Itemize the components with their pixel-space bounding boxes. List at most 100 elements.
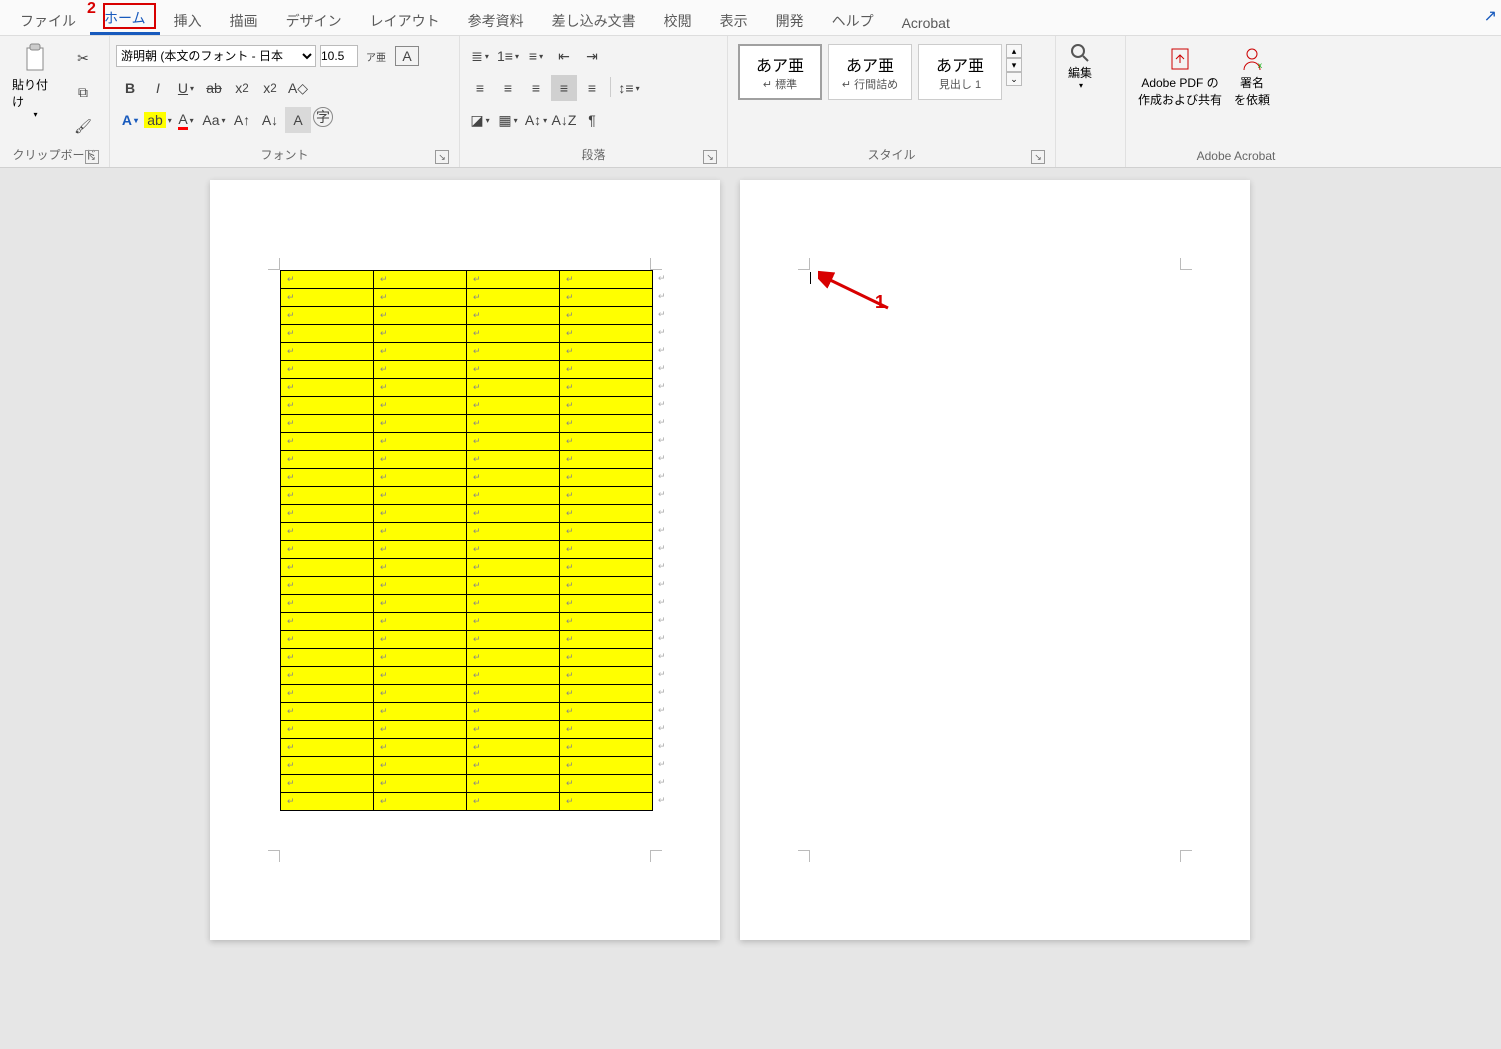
table-cell[interactable]: ↵ <box>281 631 374 649</box>
table-cell[interactable]: ↵ <box>281 469 374 487</box>
table-cell[interactable]: ↵ <box>467 469 560 487</box>
font-color-button[interactable]: A▾ <box>173 107 199 133</box>
table-cell[interactable]: ↵ <box>467 541 560 559</box>
request-sign-button[interactable]: x 署名 を依頼 <box>1228 40 1276 110</box>
table-cell[interactable]: ↵ <box>281 307 374 325</box>
style-item-2[interactable]: あア亜見出し 1 <box>918 44 1002 100</box>
table-cell[interactable]: ↵ <box>560 757 653 775</box>
tab-6[interactable]: 参考資料 <box>454 5 538 35</box>
table-cell[interactable]: ↵ <box>374 271 467 289</box>
table-cell[interactable]: ↵ <box>467 271 560 289</box>
bullets-button[interactable]: ≣▾ <box>467 43 493 69</box>
table-cell[interactable]: ↵ <box>467 631 560 649</box>
multilevel-button[interactable]: ≡▾ <box>523 43 549 69</box>
style-item-1[interactable]: あア亜↵ 行間詰め <box>828 44 912 100</box>
clear-format-button[interactable]: A◇ <box>285 75 311 101</box>
tab-10[interactable]: 開発 <box>762 5 818 35</box>
align-left-button[interactable]: ≡ <box>467 75 493 101</box>
style-item-0[interactable]: あア亜↵ 標準 <box>738 44 822 100</box>
table-cell[interactable]: ↵ <box>374 487 467 505</box>
borders-button[interactable]: ▦▾ <box>495 107 521 133</box>
table-cell[interactable]: ↵ <box>467 685 560 703</box>
shrink-font-button[interactable]: A↓ <box>257 107 283 133</box>
show-marks-button[interactable]: ¶ <box>579 107 605 133</box>
shading-button[interactable]: ◪▾ <box>467 107 493 133</box>
share-icon[interactable]: ↗ <box>1484 6 1497 26</box>
decrease-indent-button[interactable]: ⇤ <box>551 43 577 69</box>
table-cell[interactable]: ↵ <box>374 523 467 541</box>
tab-0[interactable]: ファイル <box>6 5 90 35</box>
table-cell[interactable]: ↵ <box>467 703 560 721</box>
tab-8[interactable]: 校閲 <box>650 5 706 35</box>
tab-5[interactable]: レイアウト <box>356 5 454 35</box>
font-size-input[interactable] <box>320 45 358 67</box>
tab-11[interactable]: ヘルプ <box>818 5 888 35</box>
table-cell[interactable]: ↵ <box>560 289 653 307</box>
table-cell[interactable]: ↵ <box>281 505 374 523</box>
format-painter-icon[interactable]: 🖌 <box>70 113 96 139</box>
styles-down-button[interactable]: ▾ <box>1006 58 1022 72</box>
highlight-button[interactable]: ab▾ <box>145 107 171 133</box>
table-cell[interactable]: ↵ <box>467 397 560 415</box>
table-cell[interactable]: ↵ <box>374 397 467 415</box>
table-cell[interactable]: ↵ <box>281 613 374 631</box>
table-cell[interactable]: ↵ <box>281 775 374 793</box>
table-cell[interactable]: ↵ <box>560 271 653 289</box>
table-cell[interactable]: ↵ <box>374 415 467 433</box>
table-cell[interactable]: ↵ <box>281 559 374 577</box>
table-cell[interactable]: ↵ <box>281 325 374 343</box>
strike-button[interactable]: ab <box>201 75 227 101</box>
table-cell[interactable]: ↵ <box>560 415 653 433</box>
table-cell[interactable]: ↵ <box>467 433 560 451</box>
table-cell[interactable]: ↵ <box>467 721 560 739</box>
tab-12[interactable]: Acrobat <box>888 9 964 35</box>
table-cell[interactable]: ↵ <box>281 649 374 667</box>
table-cell[interactable]: ↵ <box>467 307 560 325</box>
table-cell[interactable]: ↵ <box>281 667 374 685</box>
table-cell[interactable]: ↵ <box>560 343 653 361</box>
table-cell[interactable]: ↵ <box>467 325 560 343</box>
tab-2[interactable]: 挿入 <box>160 5 216 35</box>
tab-4[interactable]: デザイン <box>272 5 356 35</box>
cut-icon[interactable]: ✂ <box>70 45 96 71</box>
table-cell[interactable]: ↵ <box>281 685 374 703</box>
char-shading-button[interactable]: A <box>285 107 311 133</box>
table-cell[interactable]: ↵ <box>374 595 467 613</box>
paste-button[interactable]: 貼り付け ▾ <box>6 40 63 121</box>
table-cell[interactable]: ↵ <box>281 793 374 811</box>
table-cell[interactable]: ↵ <box>467 649 560 667</box>
table-cell[interactable]: ↵ <box>467 487 560 505</box>
table-cell[interactable]: ↵ <box>281 451 374 469</box>
table-cell[interactable]: ↵ <box>374 667 467 685</box>
table-cell[interactable]: ↵ <box>560 667 653 685</box>
table-cell[interactable]: ↵ <box>560 703 653 721</box>
clipboard-dialog-launcher[interactable]: ↘ <box>85 150 99 164</box>
table-cell[interactable]: ↵ <box>374 541 467 559</box>
table-cell[interactable]: ↵ <box>374 793 467 811</box>
table-cell[interactable]: ↵ <box>467 523 560 541</box>
table-cell[interactable]: ↵ <box>560 505 653 523</box>
bold-button[interactable]: B <box>117 75 143 101</box>
table-cell[interactable]: ↵ <box>467 577 560 595</box>
numbering-button[interactable]: 1≡▾ <box>495 43 521 69</box>
table-cell[interactable]: ↵ <box>467 379 560 397</box>
font-name-select[interactable]: 游明朝 (本文のフォント - 日本 <box>116 45 316 67</box>
table-cell[interactable]: ↵ <box>281 343 374 361</box>
table-cell[interactable]: ↵ <box>374 307 467 325</box>
table-cell[interactable]: ↵ <box>560 451 653 469</box>
table-cell[interactable]: ↵ <box>560 397 653 415</box>
grow-font-button[interactable]: A↑ <box>229 107 255 133</box>
table-cell[interactable]: ↵ <box>560 739 653 757</box>
change-case-button[interactable]: Aa▾ <box>201 107 227 133</box>
table-cell[interactable]: ↵ <box>467 415 560 433</box>
table-cell[interactable]: ↵ <box>560 577 653 595</box>
table-cell[interactable]: ↵ <box>560 379 653 397</box>
table-cell[interactable]: ↵ <box>560 775 653 793</box>
table-cell[interactable]: ↵ <box>560 631 653 649</box>
paragraph-dialog-launcher[interactable]: ↘ <box>703 150 717 164</box>
table-cell[interactable]: ↵ <box>281 289 374 307</box>
table-cell[interactable]: ↵ <box>560 685 653 703</box>
table-cell[interactable]: ↵ <box>281 703 374 721</box>
char-border-icon[interactable]: A <box>395 46 419 66</box>
table-cell[interactable]: ↵ <box>281 595 374 613</box>
